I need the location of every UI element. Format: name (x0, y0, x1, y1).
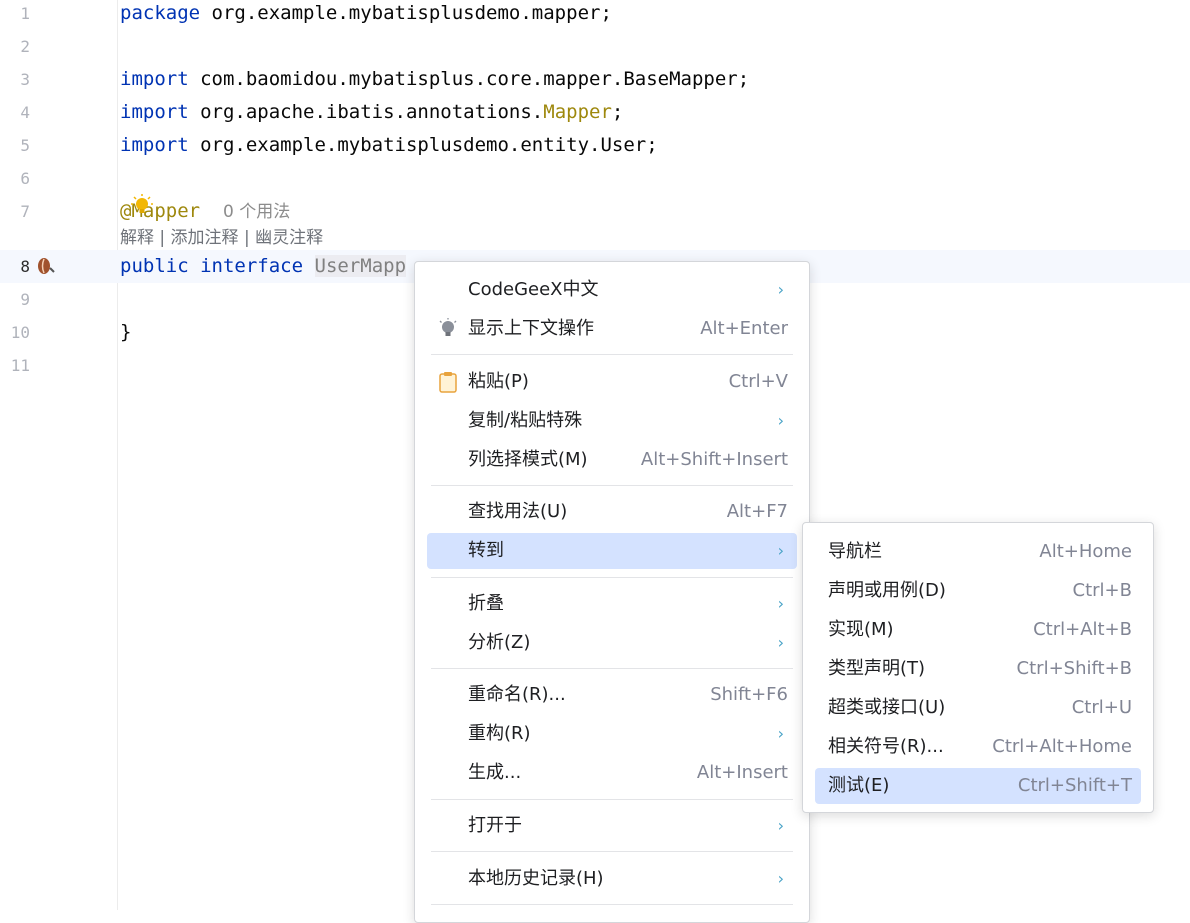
chevron-right-icon: › (777, 869, 784, 888)
menu-separator (431, 851, 793, 852)
chevron-right-icon: › (777, 541, 784, 560)
chevron-right-icon: › (777, 724, 784, 743)
submenu-item-test[interactable]: 测试(E) Ctrl+Shift+T (815, 768, 1141, 804)
submenu-item-super-method[interactable]: 超类或接口(U) Ctrl+U (815, 690, 1141, 726)
code-line-7[interactable]: 7 @Mapper 0 个用法 (0, 195, 1190, 228)
mybatis-bean-icon[interactable] (36, 256, 56, 276)
menu-item-refactor[interactable]: 重构(R) › (427, 716, 797, 752)
submenu-item-navigation-bar[interactable]: 导航栏 Alt+Home (815, 534, 1141, 570)
submenu-item-related-symbol[interactable]: 相关符号(R)... Ctrl+Alt+Home (815, 729, 1141, 765)
menu-item-local-history[interactable]: 本地历史记录(H) › (427, 861, 797, 897)
chevron-right-icon: › (777, 633, 784, 652)
code-text: public interface UserMapp (120, 255, 407, 277)
menu-separator (431, 577, 793, 578)
menu-item-folding[interactable]: 折叠 › (427, 586, 797, 622)
line-number: 9 (20, 290, 30, 309)
codegeex-inlay-actions[interactable]: 解释 | 添加注释 | 幽灵注释 (120, 226, 323, 250)
chevron-right-icon: › (777, 280, 784, 299)
submenu-item-type-declaration[interactable]: 类型声明(T) Ctrl+Shift+B (815, 651, 1141, 687)
menu-item-paste[interactable]: 粘贴(P) Ctrl+V (427, 364, 797, 400)
code-text: import com.baomidou.mybatisplus.core.map… (120, 68, 750, 90)
usage-hint: 0 个用法 (222, 202, 291, 222)
submenu-item-declaration[interactable]: 声明或用例(D) Ctrl+B (815, 573, 1141, 609)
line-number: 11 (10, 356, 30, 375)
goto-submenu: 导航栏 Alt+Home 声明或用例(D) Ctrl+B 实现(M) Ctrl+… (802, 522, 1154, 813)
line-number: 1 (20, 4, 30, 23)
code-text: } (120, 321, 132, 343)
menu-item-copy-paste-special[interactable]: 复制/粘贴特殊 › (427, 403, 797, 439)
clipboard-icon (439, 372, 457, 393)
code-line-1[interactable]: 1 package org.example.mybatisplusdemo.ma… (0, 0, 1190, 30)
line-number: 8 (20, 257, 30, 276)
submenu-item-implementation[interactable]: 实现(M) Ctrl+Alt+B (815, 612, 1141, 648)
menu-separator (431, 904, 793, 905)
menu-item-column-selection[interactable]: 列选择模式(M) Alt+Shift+Insert (427, 442, 797, 478)
intention-bulb-icon[interactable] (131, 194, 153, 216)
chevron-right-icon: › (777, 816, 784, 835)
lightbulb-icon (439, 318, 457, 336)
line-number: 2 (20, 37, 30, 56)
menu-separator (431, 354, 793, 355)
code-line-3[interactable]: 3 import com.baomidou.mybatisplus.core.m… (0, 63, 1190, 96)
code-text: import org.example.mybatisplusdemo.entit… (120, 134, 658, 156)
line-number: 3 (20, 70, 30, 89)
code-text: package org.example.mybatisplusdemo.mapp… (120, 2, 612, 24)
line-number: 4 (20, 103, 30, 122)
code-text: import org.apache.ibatis.annotations.Map… (120, 101, 624, 123)
context-menu: CodeGeeX中文 › 显示上下文操作 Alt+Enter 粘贴(P) Ctr… (414, 261, 810, 923)
menu-separator (431, 485, 793, 486)
line-number: 7 (20, 202, 30, 221)
menu-item-show-context-actions[interactable]: 显示上下文操作 Alt+Enter (427, 311, 797, 347)
menu-item-find-usages[interactable]: 查找用法(U) Alt+F7 (427, 494, 797, 530)
menu-item-goto[interactable]: 转到 › (427, 533, 797, 569)
line-number: 6 (20, 169, 30, 188)
menu-separator (431, 799, 793, 800)
code-line-5[interactable]: 5 import org.example.mybatisplusdemo.ent… (0, 129, 1190, 162)
code-line-6[interactable]: 6 (0, 162, 1190, 195)
chevron-right-icon: › (777, 411, 784, 430)
menu-separator (431, 668, 793, 669)
line-number: 5 (20, 136, 30, 155)
code-line-2[interactable]: 2 (0, 30, 1190, 63)
line-number: 10 (10, 323, 30, 342)
menu-item-generate[interactable]: 生成... Alt+Insert (427, 755, 797, 791)
code-line-4[interactable]: 4 import org.apache.ibatis.annotations.M… (0, 96, 1190, 129)
menu-item-codegeex[interactable]: CodeGeeX中文 › (427, 272, 797, 308)
menu-item-open-in[interactable]: 打开于 › (427, 808, 797, 844)
menu-item-analyze[interactable]: 分析(Z) › (427, 625, 797, 661)
chevron-right-icon: › (777, 594, 784, 613)
menu-item-rename[interactable]: 重命名(R)... Shift+F6 (427, 677, 797, 713)
